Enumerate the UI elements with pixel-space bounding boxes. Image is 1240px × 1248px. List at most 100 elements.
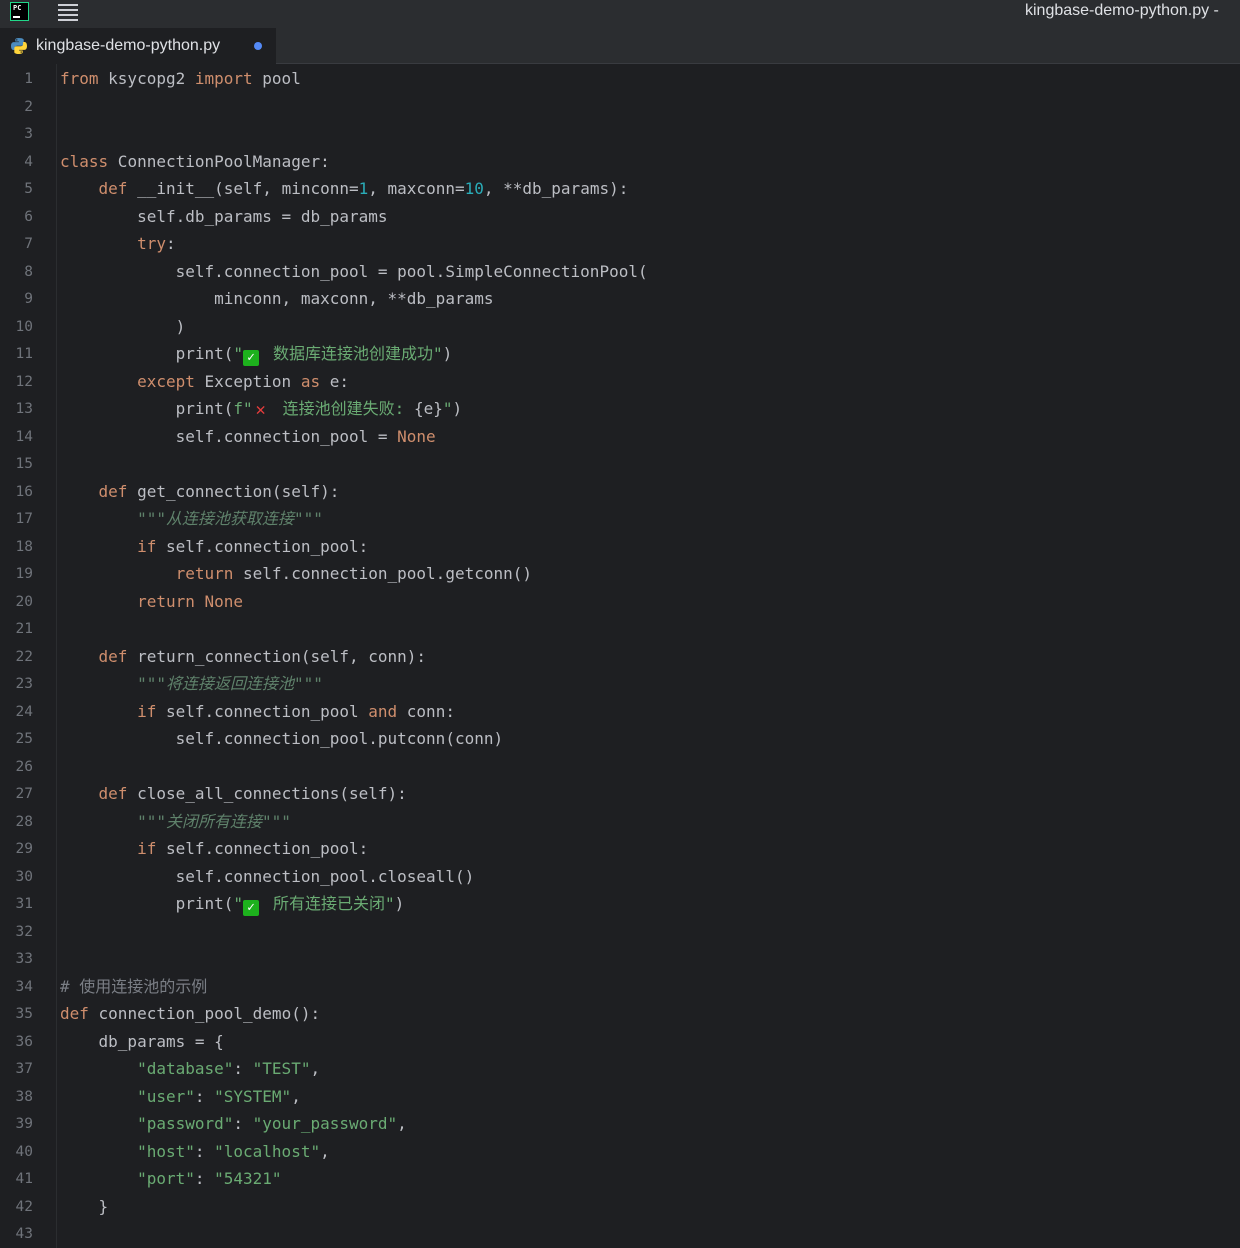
code-line[interactable]: 34 # 使用连接池的示例 [0,974,1240,1000]
line-number[interactable]: 39 [0,1115,33,1133]
code-text[interactable]: print(f" ✕ 连接池创建失败: {e}") [60,400,463,419]
line-number[interactable]: 4 [0,153,33,171]
line-number[interactable]: 25 [0,730,33,748]
code-line[interactable]: 8 self.connection_pool = pool.SimpleConn… [0,259,1240,285]
line-number[interactable]: 16 [0,483,33,501]
line-number[interactable]: 38 [0,1088,33,1106]
code-text[interactable]: try: [60,235,176,253]
line-number[interactable]: 15 [0,455,33,473]
code-line[interactable]: 40 "host": "localhost", [0,1139,1240,1165]
code-line[interactable]: 24 if self.connection_pool and conn: [0,699,1240,725]
code-text[interactable]: "port": "54321" [60,1170,282,1188]
line-number[interactable]: 29 [0,840,33,858]
code-line[interactable]: 21 [0,616,1240,642]
line-number[interactable]: 22 [0,648,33,666]
code-text[interactable]: self.connection_pool.closeall() [60,867,475,886]
line-number[interactable]: 7 [0,235,33,253]
code-editor[interactable]: 1 from ksycopg2 import pool 2 3 4 class Conne… [0,64,1240,1248]
line-number[interactable]: 28 [0,813,33,831]
code-text[interactable]: class ConnectionPoolManager: [60,152,330,171]
line-number[interactable]: 17 [0,510,33,528]
code-line[interactable]: 33 [0,946,1240,972]
line-number[interactable]: 26 [0,758,33,776]
line-number[interactable]: 6 [0,208,33,226]
code-text[interactable]: def __init__(self, minconn=1, maxconn=10… [60,180,629,198]
code-line[interactable]: 2 [0,94,1240,120]
code-line[interactable]: 30 self.connection_pool.closeall() [0,864,1240,890]
code-line[interactable]: 14 self.connection_pool = None [0,424,1240,450]
code-text[interactable]: return None [60,592,243,611]
code-text[interactable]: print(" ✓ 数据库连接池创建成功") [60,345,452,366]
code-line[interactable]: 6 self.db_params = db_params [0,204,1240,230]
code-line[interactable]: 15 [0,451,1240,477]
code-line[interactable]: 36 db_params = { [0,1029,1240,1055]
line-number[interactable]: 1 [0,70,33,88]
code-text[interactable]: self.connection_pool = None [60,427,436,446]
line-number[interactable]: 35 [0,1005,33,1023]
line-number[interactable]: 31 [0,895,33,913]
code-line[interactable]: 5 def __init__(self, minconn=1, maxconn=… [0,176,1240,202]
code-text[interactable]: ) [60,317,186,336]
line-number[interactable]: 21 [0,620,33,638]
code-line[interactable]: 26 [0,754,1240,780]
code-line[interactable]: 9 minconn, maxconn, **db_params [0,286,1240,312]
code-line[interactable]: 12 except Exception as e: [0,369,1240,395]
code-text[interactable]: self.db_params = db_params [60,207,387,226]
line-number[interactable]: 14 [0,428,33,446]
file-tab[interactable]: kingbase-demo-python.py [0,28,276,64]
line-number[interactable]: 13 [0,400,33,418]
code-text[interactable]: db_params = { [60,1032,224,1051]
code-line[interactable]: 18 if self.connection_pool: [0,534,1240,560]
code-text[interactable]: def close_all_connections(self): [60,785,407,803]
code-line[interactable]: 17 """从连接池获取连接""" [0,506,1240,532]
code-text[interactable]: "user": "SYSTEM", [60,1087,301,1106]
line-number[interactable]: 10 [0,318,33,336]
line-number[interactable]: 27 [0,785,33,803]
line-number[interactable]: 23 [0,675,33,693]
code-line[interactable]: 3 [0,121,1240,147]
code-text[interactable]: "database": "TEST", [60,1060,320,1078]
code-line[interactable]: 7 try: [0,231,1240,257]
code-line[interactable]: 38 "user": "SYSTEM", [0,1084,1240,1110]
code-text[interactable]: """将连接返回连接池""" [60,675,323,693]
line-number[interactable]: 8 [0,263,33,281]
code-text[interactable]: self.connection_pool = pool.SimpleConnec… [60,262,648,281]
code-text[interactable]: """从连接池获取连接""" [60,510,323,528]
code-line[interactable]: 37 "database": "TEST", [0,1056,1240,1082]
code-line[interactable]: 4 class ConnectionPoolManager: [0,149,1240,175]
code-line[interactable]: 27 def close_all_connections(self): [0,781,1240,807]
code-text[interactable]: if self.connection_pool and conn: [60,702,455,721]
code-line[interactable]: 25 self.connection_pool.putconn(conn) [0,726,1240,752]
line-number[interactable]: 9 [0,290,33,308]
code-text[interactable]: from ksycopg2 import pool [60,70,301,88]
line-number[interactable]: 12 [0,373,33,391]
code-text[interactable]: """关闭所有连接""" [60,812,291,831]
code-text[interactable]: except Exception as e: [60,372,349,391]
code-line[interactable]: 23 """将连接返回连接池""" [0,671,1240,697]
line-number[interactable]: 33 [0,950,33,968]
line-number[interactable]: 5 [0,180,33,198]
code-text[interactable]: def get_connection(self): [60,482,340,501]
line-number[interactable]: 43 [0,1225,33,1243]
line-number[interactable]: 11 [0,345,33,363]
code-line[interactable]: 20 return None [0,589,1240,615]
code-line[interactable]: 29 if self.connection_pool: [0,836,1240,862]
code-line[interactable]: 11 print(" ✓ 数据库连接池创建成功") [0,341,1240,367]
code-text[interactable]: "host": "localhost", [60,1142,330,1161]
pycharm-logo-icon[interactable]: PC [10,2,29,21]
code-line[interactable]: 28 """关闭所有连接""" [0,809,1240,835]
code-line[interactable]: 39 "password": "your_password", [0,1111,1240,1137]
code-text[interactable]: def return_connection(self, conn): [60,647,427,666]
code-line[interactable]: 22 def return_connection(self, conn): [0,644,1240,670]
line-number[interactable]: 40 [0,1143,33,1161]
line-number[interactable]: 41 [0,1170,33,1188]
line-number[interactable]: 2 [0,98,33,116]
code-line[interactable]: 35 def connection_pool_demo(): [0,1001,1240,1027]
line-number[interactable]: 37 [0,1060,33,1078]
line-number[interactable]: 30 [0,868,33,886]
line-number[interactable]: 42 [0,1198,33,1216]
code-line[interactable]: 31 print(" ✓ 所有连接已关闭") [0,891,1240,917]
code-text[interactable]: return self.connection_pool.getconn() [60,565,532,583]
code-text[interactable]: } [60,1197,109,1216]
hamburger-menu-icon[interactable] [58,3,78,21]
